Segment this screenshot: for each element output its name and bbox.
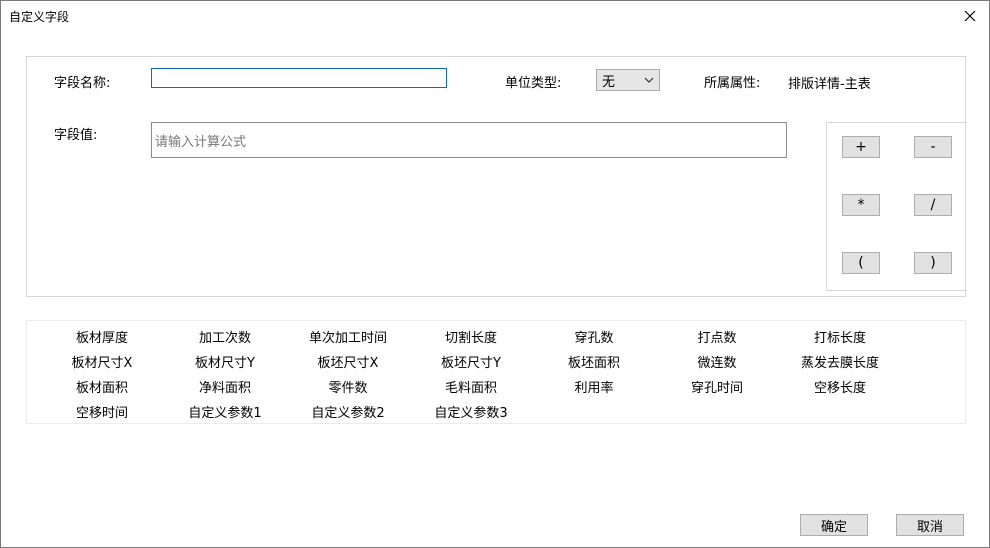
field-value-label: 字段值: [54, 128, 98, 143]
chevron-down-icon [644, 77, 654, 83]
unit-type-select[interactable]: 无 [596, 69, 660, 91]
field-item[interactable]: 加工次数 [165, 327, 285, 346]
close-icon [964, 10, 976, 22]
formula-input[interactable]: 请输入计算公式 [151, 122, 787, 158]
custom-field-dialog: 自定义字段 字段名称: 单位类型: 无 所属属性: 排版详情-主表 字段值: 请… [0, 0, 990, 548]
field-item[interactable]: 单次加工时间 [288, 327, 408, 346]
field-item[interactable]: 打点数 [657, 327, 777, 346]
cancel-button[interactable]: 取消 [896, 514, 964, 536]
field-item[interactable]: 微连数 [657, 352, 777, 371]
title-bar: 自定义字段 [1, 1, 989, 31]
field-item[interactable]: 利用率 [534, 377, 654, 396]
operator-panel: + - * / ( ) [826, 122, 967, 291]
plus-button[interactable]: + [842, 136, 880, 158]
field-item[interactable]: 板材尺寸X [42, 352, 162, 371]
unit-type-value: 无 [602, 74, 616, 90]
ok-button[interactable]: 确定 [800, 514, 868, 536]
field-item[interactable]: 板材尺寸Y [165, 352, 285, 371]
field-item[interactable]: 板坯尺寸X [288, 352, 408, 371]
field-item[interactable]: 空移长度 [780, 377, 900, 396]
attribute-value: 排版详情-主表 [788, 77, 871, 92]
field-item[interactable]: 板坯尺寸Y [411, 352, 531, 371]
field-item[interactable]: 自定义参数3 [411, 402, 531, 421]
field-settings-panel: 字段名称: 单位类型: 无 所属属性: 排版详情-主表 字段值: 请输入计算公式… [26, 56, 967, 297]
field-item[interactable]: 打标长度 [780, 327, 900, 346]
field-item[interactable]: 毛料面积 [411, 377, 531, 396]
divide-button[interactable]: / [914, 194, 952, 216]
field-item[interactable]: 板材面积 [42, 377, 162, 396]
field-item[interactable]: 净料面积 [165, 377, 285, 396]
minus-button[interactable]: - [914, 136, 952, 158]
field-item[interactable]: 板材厚度 [42, 327, 162, 346]
field-item[interactable]: 空移时间 [42, 402, 162, 421]
close-paren-button[interactable]: ) [914, 252, 952, 274]
field-list-panel: 板材厚度 加工次数 单次加工时间 切割长度 穿孔数 打点数 打标长度 板材尺寸X… [26, 320, 966, 424]
field-item[interactable]: 零件数 [288, 377, 408, 396]
dialog-title: 自定义字段 [9, 10, 70, 24]
field-item[interactable]: 板坯面积 [534, 352, 654, 371]
field-item[interactable]: 自定义参数1 [165, 402, 285, 421]
attribute-label: 所属属性: [704, 76, 761, 91]
close-button[interactable] [957, 3, 983, 29]
field-item[interactable]: 自定义参数2 [288, 402, 408, 421]
field-item[interactable]: 穿孔数 [534, 327, 654, 346]
multiply-button[interactable]: * [842, 194, 880, 216]
field-item[interactable]: 切割长度 [411, 327, 531, 346]
field-item[interactable]: 穿孔时间 [657, 377, 777, 396]
field-item[interactable]: 蒸发去膜长度 [780, 352, 900, 371]
open-paren-button[interactable]: ( [842, 252, 880, 274]
field-name-input[interactable] [151, 68, 447, 88]
unit-type-label: 单位类型: [505, 76, 562, 91]
field-name-label: 字段名称: [54, 76, 111, 91]
